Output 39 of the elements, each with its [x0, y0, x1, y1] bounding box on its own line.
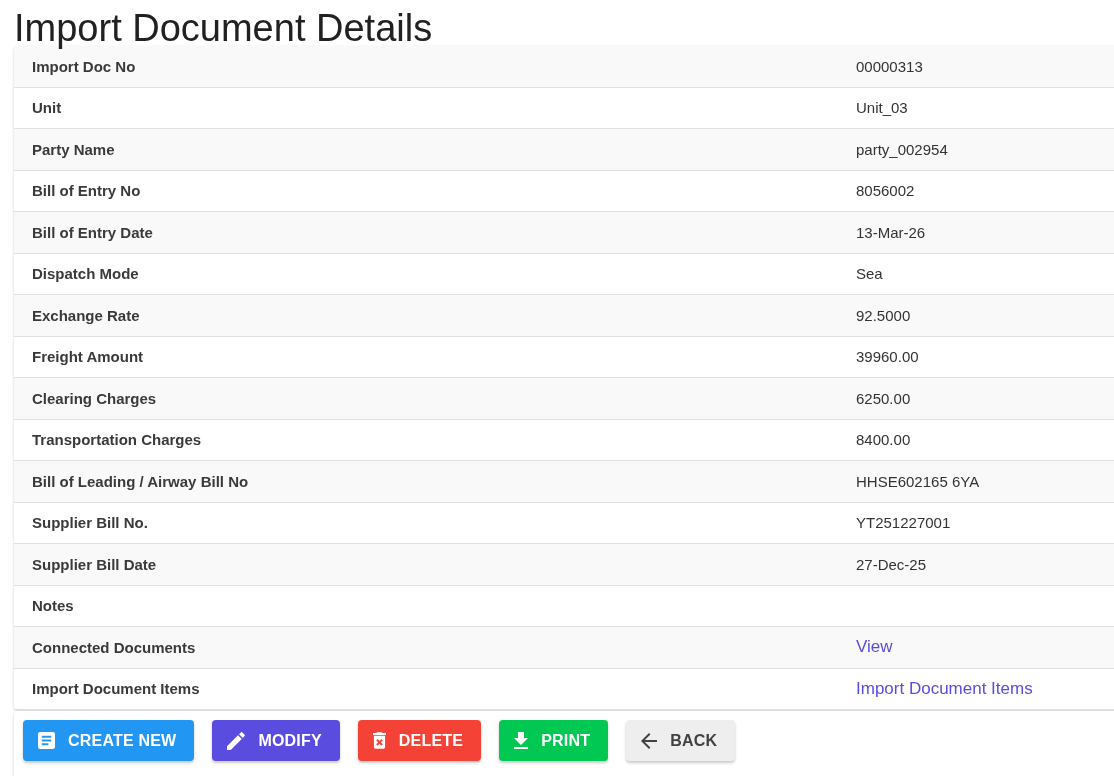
back-button[interactable]: BACK	[626, 720, 736, 761]
field-value: 39960.00	[856, 348, 919, 366]
trash-icon	[372, 732, 386, 749]
field-label: Freight Amount	[31, 348, 144, 366]
field-value: 8056002	[856, 182, 915, 200]
field-label: Supplier Bill Date	[31, 555, 157, 573]
create-button[interactable]: CREATE NEW	[23, 720, 195, 761]
document-icon	[38, 732, 55, 749]
field-label: Transportation Charges	[31, 431, 202, 449]
pencil-icon	[227, 731, 246, 750]
field-label: Import Doc No	[31, 57, 136, 75]
download-icon	[514, 732, 529, 749]
field-value: 00000313	[856, 57, 923, 75]
field-value: HHSE602165 6YA	[856, 472, 980, 490]
field-label: Party Name	[31, 140, 115, 158]
field-value: 27-Dec-25	[856, 555, 927, 573]
field-label: Clearing Charges	[31, 389, 157, 407]
field-label: Exchange Rate	[31, 306, 140, 324]
field-value: party_002954	[856, 140, 948, 158]
delete-button[interactable]: DELETE	[357, 720, 482, 761]
field-label: Bill of Leading / Airway Bill No	[31, 472, 249, 490]
field-label: Dispatch Mode	[31, 265, 139, 283]
field-value: Sea	[856, 265, 883, 283]
field-value: 6250.00	[856, 389, 911, 407]
arrow-left-icon	[641, 732, 658, 749]
modify-button[interactable]: MODIFY	[212, 720, 340, 761]
field-value: 8400.00	[856, 431, 911, 449]
link[interactable]: Import Document Items	[856, 678, 1033, 699]
field-label: Unit	[31, 99, 62, 117]
field-label: Connected Documents	[31, 638, 196, 656]
field-label: Bill of Entry Date	[31, 223, 153, 241]
field-value: YT251227001	[856, 514, 951, 532]
field-label: Import Document Items	[31, 680, 200, 698]
field-label: Bill of Entry No	[31, 182, 141, 200]
field-value: 13-Mar-26	[856, 223, 926, 241]
field-value: Unit_03	[856, 99, 908, 117]
field-label: Supplier Bill No.	[31, 514, 148, 532]
link[interactable]: View	[856, 637, 893, 658]
field-value: 92.5000	[856, 306, 911, 324]
